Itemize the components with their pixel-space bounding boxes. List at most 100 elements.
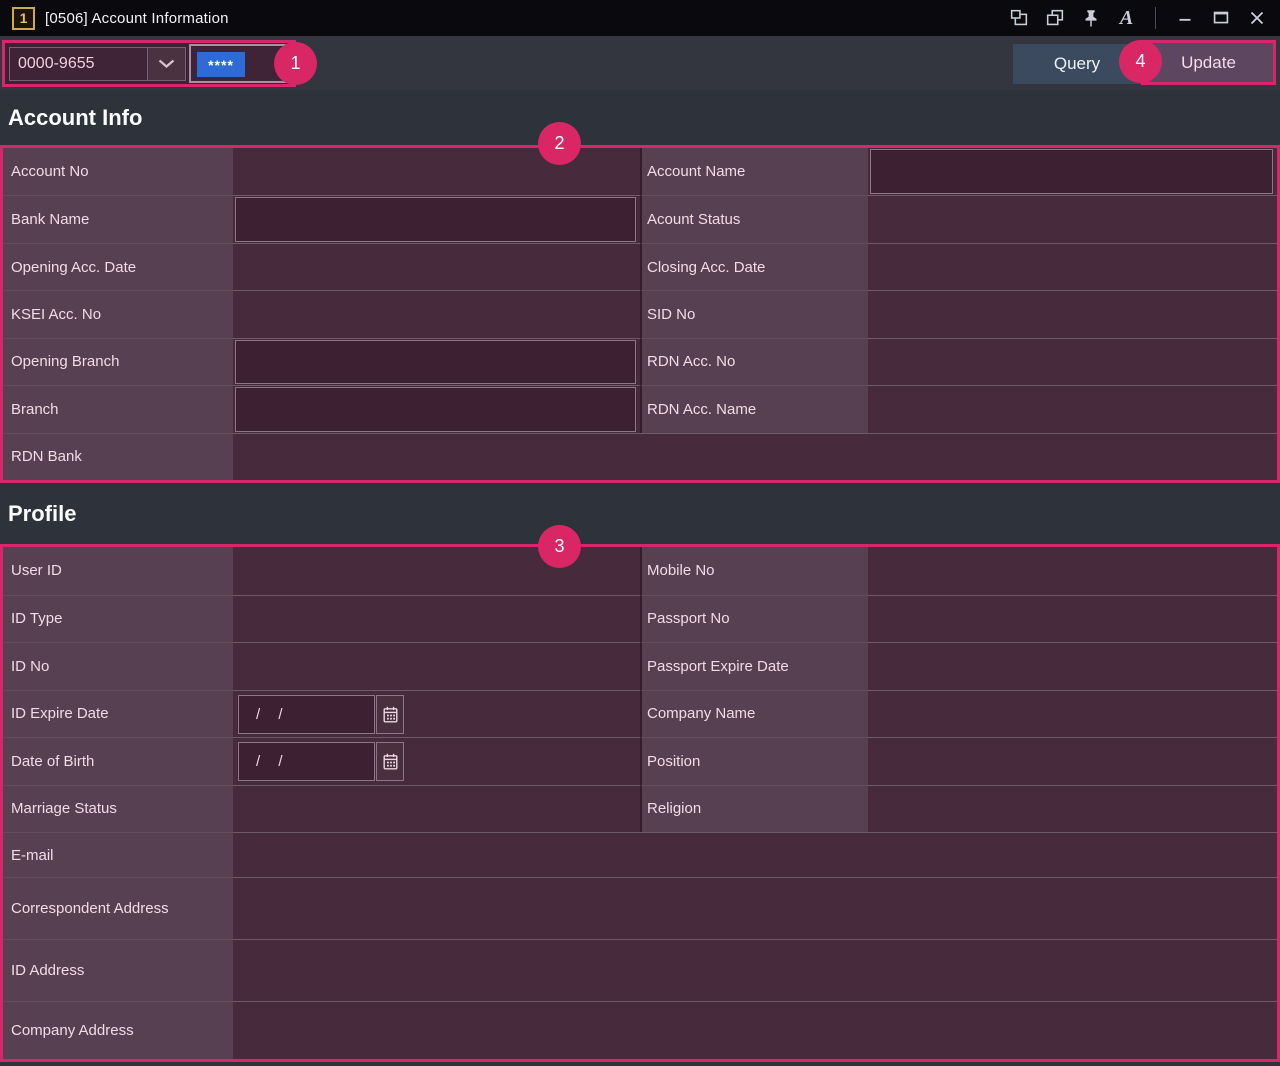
id-address-value	[233, 939, 1277, 1001]
closing-acc-date-value	[868, 243, 1277, 290]
profile-header: Profile	[0, 483, 1280, 544]
marriage-status-value	[233, 785, 640, 833]
id-address-label: ID Address	[3, 939, 233, 1001]
closing-acc-date-label: Closing Acc. Date	[640, 243, 868, 290]
opening-branch-label: Opening Branch	[3, 338, 233, 385]
id-type-label: ID Type	[3, 595, 233, 643]
id-expire-date-input[interactable]: / /	[238, 695, 375, 734]
email-value	[233, 832, 1277, 877]
passport-no-value	[868, 595, 1277, 643]
account-dropdown[interactable]: 0000-9655	[9, 47, 186, 81]
passport-expire-date-value	[868, 642, 1277, 690]
minimize-icon[interactable]	[1173, 7, 1196, 30]
pin-icon[interactable]	[1079, 7, 1102, 30]
rdn-acc-no-label: RDN Acc. No	[640, 338, 868, 385]
account-login-group: 0000-9655 ****	[2, 40, 296, 87]
religion-value	[868, 785, 1277, 833]
marriage-status-label: Marriage Status	[3, 785, 233, 833]
date-of-birth-input[interactable]: / /	[238, 742, 375, 781]
rdn-bank-label: RDN Bank	[3, 433, 233, 480]
mobile-no-label: Mobile No	[640, 547, 868, 595]
table-row: ID Expire Date / / Company Name	[3, 690, 1277, 738]
annotation-circle-3: 3	[538, 525, 581, 568]
table-row: ID Address	[3, 939, 1277, 1001]
id-type-value	[233, 595, 640, 643]
account-name-value	[868, 148, 1277, 195]
table-row: ID No Passport Expire Date	[3, 642, 1277, 690]
rdn-bank-value	[233, 433, 1277, 480]
toolbar: 0000-9655 **** Query Update	[0, 36, 1280, 90]
user-id-label: User ID	[3, 547, 233, 595]
annotation-circle-2: 2	[538, 122, 581, 165]
table-row: KSEI Acc. No SID No	[3, 290, 1277, 337]
opening-acc-date-label: Opening Acc. Date	[3, 243, 233, 290]
font-icon[interactable]: A	[1115, 7, 1138, 30]
account-name-label: Account Name	[640, 148, 868, 195]
table-row: Marriage Status Religion	[3, 785, 1277, 833]
id-expire-date-label: ID Expire Date	[3, 690, 233, 738]
opening-branch-input[interactable]	[235, 340, 636, 384]
opening-branch-value	[233, 338, 640, 385]
rdn-acc-name-label: RDN Acc. Name	[640, 385, 868, 432]
table-row: Bank Name Acount Status	[3, 195, 1277, 242]
email-label: E-mail	[3, 832, 233, 877]
passport-expire-date-label: Passport Expire Date	[640, 642, 868, 690]
account-no-label: Account No	[3, 148, 233, 195]
id-no-value	[233, 642, 640, 690]
dock-window-icon[interactable]	[1007, 7, 1030, 30]
mobile-no-value	[868, 547, 1277, 595]
rdn-acc-no-value	[868, 338, 1277, 385]
close-icon[interactable]	[1245, 7, 1268, 30]
table-row: E-mail	[3, 832, 1277, 877]
bank-name-value	[233, 195, 640, 242]
title-bar: 1 [0506] Account Information A	[0, 0, 1280, 36]
table-row: Account No Account Name	[3, 148, 1277, 195]
table-row: ID Type Passport No	[3, 595, 1277, 643]
table-row: Branch RDN Acc. Name	[3, 385, 1277, 432]
position-value	[868, 737, 1277, 785]
cascade-windows-icon[interactable]	[1043, 7, 1066, 30]
branch-value	[233, 385, 640, 432]
company-name-label: Company Name	[640, 690, 868, 738]
annotation-circle-1: 1	[274, 42, 317, 85]
company-name-value	[868, 690, 1277, 738]
window-number-badge: 1	[12, 7, 35, 30]
maximize-icon[interactable]	[1209, 7, 1232, 30]
account-status-label: Acount Status	[640, 195, 868, 242]
account-info-table: Account No Account Name Bank Name Acount…	[0, 145, 1280, 483]
ksei-acc-no-label: KSEI Acc. No	[3, 290, 233, 337]
window-controls: A	[1007, 7, 1268, 30]
titlebar-separator	[1155, 7, 1156, 29]
branch-label: Branch	[3, 385, 233, 432]
account-name-input[interactable]	[870, 149, 1273, 194]
date-of-birth-value: / /	[233, 737, 640, 785]
table-row: Correspondent Address	[3, 877, 1277, 939]
account-status-value	[868, 195, 1277, 242]
id-no-label: ID No	[3, 642, 233, 690]
opening-acc-date-value	[233, 243, 640, 290]
table-row: Date of Birth / / Position	[3, 737, 1277, 785]
calendar-icon[interactable]	[376, 695, 404, 734]
ksei-acc-no-value	[233, 290, 640, 337]
passport-no-label: Passport No	[640, 595, 868, 643]
account-dropdown-value: 0000-9655	[10, 48, 147, 80]
password-selected-text: ****	[197, 52, 245, 77]
calendar-icon[interactable]	[376, 742, 404, 781]
bank-name-label: Bank Name	[3, 195, 233, 242]
correspondent-address-label: Correspondent Address	[3, 877, 233, 939]
annotation-circle-4: 4	[1119, 40, 1162, 83]
correspondent-address-value	[233, 877, 1277, 939]
table-row: RDN Bank	[3, 433, 1277, 480]
bank-name-input[interactable]	[235, 197, 636, 241]
account-no-value	[233, 148, 640, 195]
religion-label: Religion	[640, 785, 868, 833]
table-row: Company Address	[3, 1001, 1277, 1059]
window-title: [0506] Account Information	[45, 10, 229, 27]
company-address-label: Company Address	[3, 1001, 233, 1059]
account-info-header: Account Info	[0, 90, 1280, 145]
sid-no-label: SID No	[640, 290, 868, 337]
company-address-value	[233, 1001, 1277, 1059]
chevron-down-icon[interactable]	[147, 48, 185, 80]
table-row: Opening Branch RDN Acc. No	[3, 338, 1277, 385]
branch-input[interactable]	[235, 387, 636, 431]
